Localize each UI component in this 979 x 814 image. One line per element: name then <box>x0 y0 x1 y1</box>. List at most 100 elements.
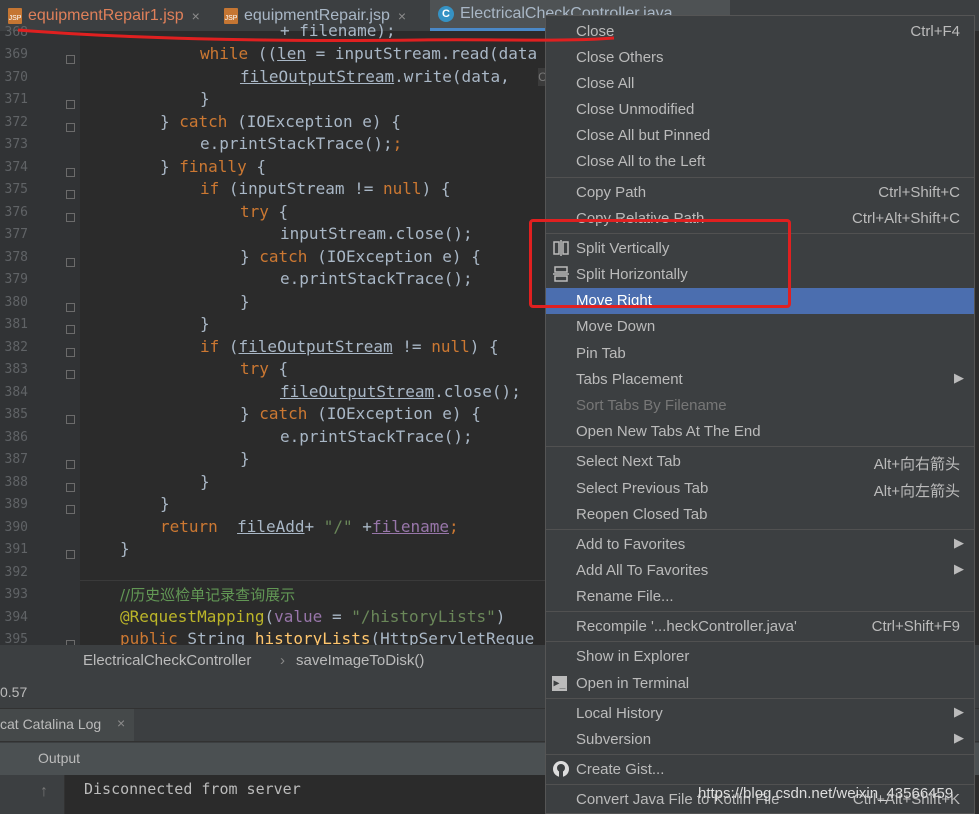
annotation-underline <box>17 28 615 43</box>
fold-marker-icon[interactable] <box>66 100 75 109</box>
line-gutter: 368 369 370 371 372 373 374 375 376 377 … <box>0 25 80 649</box>
menu-item-rename-file[interactable]: Rename File... <box>546 584 974 610</box>
line-number: 381 <box>4 317 28 332</box>
menu-item-select-next-tab[interactable]: Select Next Tab Alt+向右箭头 <box>546 449 974 475</box>
menu-item-pin-tab[interactable]: Pin Tab <box>546 341 974 367</box>
code-line: } catch (IOException e) { <box>160 112 401 131</box>
fold-marker-icon[interactable] <box>66 213 75 222</box>
code-line: e.printStackTrace(); <box>280 427 473 446</box>
submenu-arrow-icon: ▶ <box>954 730 964 745</box>
tab-context-menu: Close Ctrl+F4 Close Others Close All Clos… <box>545 15 975 814</box>
tab-catalina-log[interactable]: cat Catalina Log × <box>0 709 134 741</box>
code-line: e.printStackTrace();; <box>200 134 403 153</box>
line-number: 370 <box>4 70 28 85</box>
menu-item-close-all[interactable]: Close All <box>546 71 974 97</box>
menu-item-subversion[interactable]: Subversion ▶ <box>546 727 974 753</box>
submenu-arrow-icon: ▶ <box>954 561 964 576</box>
code-line: fileOutputStream.write(data, <box>240 67 510 86</box>
fold-marker-icon[interactable] <box>66 55 75 64</box>
menu-separator <box>546 641 974 642</box>
close-icon[interactable]: × <box>117 715 125 731</box>
code-line: } catch (IOException e) { <box>240 247 481 266</box>
code-line: if (inputStream != null) { <box>200 179 451 198</box>
code-comment: //历史巡检单记录查询展示 <box>120 586 296 604</box>
fold-marker-icon[interactable] <box>66 190 75 199</box>
menu-separator <box>546 177 974 178</box>
fold-marker-icon[interactable] <box>66 505 75 514</box>
code-line: fileOutputStream.close(); <box>280 382 521 401</box>
fold-marker-icon[interactable] <box>66 483 75 492</box>
menu-item-open-in-terminal[interactable]: ▶_ Open in Terminal <box>546 671 974 697</box>
fold-marker-icon[interactable] <box>66 325 75 334</box>
line-number: 391 <box>4 542 28 557</box>
breadcrumb-class[interactable]: ElectricalCheckController <box>83 652 251 669</box>
menu-item-close-unmodified[interactable]: Close Unmodified <box>546 97 974 123</box>
line-number: 383 <box>4 362 28 377</box>
fold-marker-icon[interactable] <box>66 370 75 379</box>
submenu-arrow-icon: ▶ <box>954 704 964 719</box>
menu-item-local-history[interactable]: Local History ▶ <box>546 701 974 727</box>
fold-marker-icon[interactable] <box>66 460 75 469</box>
menu-item-copy-path[interactable]: Copy Path Ctrl+Shift+C <box>546 180 974 206</box>
line-number: 384 <box>4 385 28 400</box>
code-line: } <box>200 472 210 491</box>
line-number: 386 <box>4 430 28 445</box>
code-line: try { <box>240 202 289 221</box>
code-line: } <box>200 314 210 333</box>
code-line: } finally { <box>160 157 266 176</box>
menu-item-create-gist[interactable]: Create Gist... <box>546 757 974 783</box>
line-number: 377 <box>4 227 28 242</box>
tab-label: cat Catalina Log <box>0 716 102 732</box>
menu-item-sort-tabs-by-filename: Sort Tabs By Filename <box>576 397 727 414</box>
code-line: try { <box>240 359 289 378</box>
menu-item-close-all-but-pinned[interactable]: Close All but Pinned <box>546 123 974 149</box>
menu-separator <box>546 698 974 699</box>
annotation-highlight-box <box>529 219 791 308</box>
line-number: 380 <box>4 295 28 310</box>
scroll-up-icon[interactable]: ↑ <box>40 783 48 801</box>
menu-item-close-all-to-the-left[interactable]: Close All to the Left <box>546 149 974 175</box>
line-number: 385 <box>4 407 28 422</box>
menu-item-tabs-placement[interactable]: Tabs Placement ▶ <box>546 367 974 393</box>
menu-item-show-in-explorer[interactable]: Show in Explorer <box>546 644 974 670</box>
menu-item-reopen-closed-tab[interactable]: Reopen Closed Tab <box>546 502 974 528</box>
line-number: 379 <box>4 272 28 287</box>
menu-separator <box>546 529 974 530</box>
code-line: } <box>160 494 170 513</box>
line-number: 389 <box>4 497 28 512</box>
line-number: 373 <box>4 137 28 152</box>
menu-item-open-new-tabs-at-end[interactable]: Open New Tabs At The End <box>546 419 974 445</box>
code-line: return fileAdd+ "/" +filename; <box>160 517 459 536</box>
line-number: 382 <box>4 340 28 355</box>
terminal-icon: ▶_ <box>552 676 567 691</box>
breadcrumb-method[interactable]: saveImageToDisk() <box>296 652 424 669</box>
fold-marker-icon[interactable] <box>66 415 75 424</box>
line-number: 372 <box>4 115 28 130</box>
menu-item-move-down[interactable]: Move Down <box>546 314 974 340</box>
fold-marker-icon[interactable] <box>66 168 75 177</box>
code-line: e.printStackTrace(); <box>280 269 473 288</box>
line-number: 392 <box>4 565 28 580</box>
fold-marker-icon[interactable] <box>66 123 75 132</box>
menu-item-select-previous-tab[interactable]: Select Previous Tab Alt+向左箭头 <box>546 476 974 502</box>
console-message: Disconnected from server <box>84 780 301 798</box>
menu-item-recompile[interactable]: Recompile '...heckController.java' Ctrl+S… <box>546 614 974 640</box>
menu-item-add-to-favorites[interactable]: Add to Favorites ▶ <box>546 532 974 558</box>
menu-item-add-all-to-favorites[interactable]: Add All To Favorites ▶ <box>546 558 974 584</box>
submenu-arrow-icon: ▶ <box>954 535 964 550</box>
fold-marker-icon[interactable] <box>66 550 75 559</box>
code-line: } <box>120 539 130 558</box>
code-line: } <box>240 292 250 311</box>
line-number: 387 <box>4 452 28 467</box>
fold-marker-icon[interactable] <box>66 258 75 267</box>
fold-marker-icon[interactable] <box>66 348 75 357</box>
line-number: 378 <box>4 250 28 265</box>
code-line: } catch (IOException e) { <box>240 404 481 423</box>
line-number: 393 <box>4 587 28 602</box>
line-number: 374 <box>4 160 28 175</box>
code-line: @RequestMapping(value = "/historyLists") <box>120 607 506 626</box>
code-line: inputStream.close(); <box>280 224 473 243</box>
fold-marker-icon[interactable] <box>66 303 75 312</box>
version-label: 0.57 <box>0 684 28 700</box>
watermark-text: https://blog.csdn.net/weixin_43566459 <box>698 785 954 802</box>
